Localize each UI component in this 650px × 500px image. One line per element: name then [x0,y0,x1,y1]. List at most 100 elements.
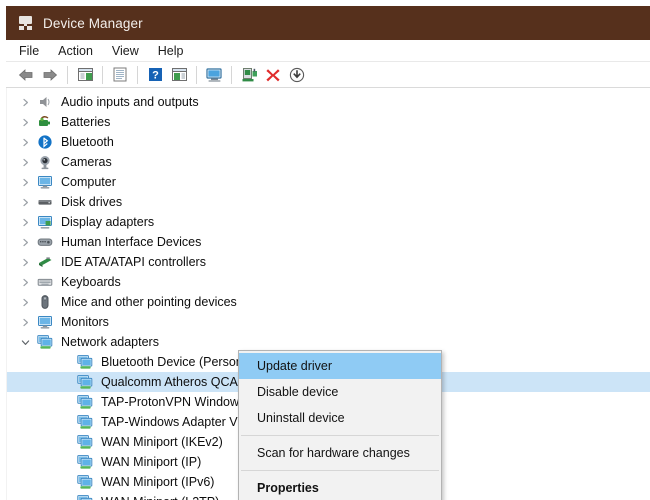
device-tree-row[interactable]: Batteries [7,112,650,132]
chevron-right-icon[interactable] [19,296,31,308]
speaker-icon [37,94,53,110]
chevron-right-icon[interactable] [19,236,31,248]
toolbar-separator-5 [231,65,232,84]
device-tree-label: WAN Miniport (L2TP) [101,496,219,500]
menu-help[interactable]: Help [158,43,193,59]
device-tree-label: WAN Miniport (IPv6) [101,474,215,489]
scan-hardware-changes-button[interactable] [202,64,226,86]
network-adapter-icon [77,434,93,450]
monitor-icon [37,314,53,330]
device-tree-row[interactable]: Monitors [7,312,650,332]
context-menu-item-disable-device[interactable]: Disable device [239,379,441,405]
chevron-right-icon[interactable] [19,196,31,208]
device-tree-label: Network adapters [61,334,159,349]
ide-controller-icon [37,254,53,270]
chevron-right-icon[interactable] [19,216,31,228]
context-menu-item-uninstall-device[interactable]: Uninstall device [239,405,441,431]
chevron-right-icon[interactable] [19,256,31,268]
properties-icon [113,67,127,82]
view-button[interactable] [167,64,191,86]
device-tree-row[interactable]: Computer [7,172,650,192]
context-menu-item-update-driver[interactable]: Update driver [239,353,441,379]
device-tree-label: Human Interface Devices [61,234,202,249]
keyboard-icon [37,274,53,290]
device-tree-row[interactable]: Disk drives [7,192,650,212]
uninstall-device-icon [266,68,280,81]
help-icon: ? [148,68,162,82]
device-tree-label: WAN Miniport (IP) [101,454,202,469]
context-menu-item-scan-for-hardware-changes[interactable]: Scan for hardware changes [239,440,441,466]
network-adapter-icon [77,494,93,500]
properties-button[interactable] [108,64,132,86]
show-hide-console-tree-icon [77,68,93,81]
network-adapter-icon [77,474,93,490]
device-tree-label: IDE ATA/ATAPI controllers [61,254,206,269]
chevron-right-icon[interactable] [19,276,31,288]
network-adapter-icon [77,394,93,410]
chevron-right-icon[interactable] [19,136,31,148]
device-tree-label: Mice and other pointing devices [61,294,237,309]
mouse-icon [37,294,53,310]
device-tree-row[interactable]: Network adapters [7,332,650,352]
back-button[interactable] [14,64,38,86]
update-driver-icon [242,67,257,81]
device-tree-label: Display adapters [61,214,155,229]
camera-icon [37,154,53,170]
update-driver-button[interactable] [237,64,261,86]
menu-view[interactable]: View [112,43,148,59]
device-tree-row[interactable]: IDE ATA/ATAPI controllers [7,252,650,272]
computer-icon [37,174,53,190]
help-button[interactable]: ? [143,64,167,86]
menu-file[interactable]: File [19,43,48,59]
network-adapter-icon [77,454,93,470]
show-hide-console-tree-button[interactable] [73,64,97,86]
menu-action[interactable]: Action [58,43,102,59]
window-title-bar: Device Manager [6,6,650,40]
chevron-down-icon[interactable] [19,336,31,348]
chevron-right-icon[interactable] [19,316,31,328]
view-icon [171,68,187,81]
device-tree-row[interactable]: Human Interface Devices [7,232,650,252]
uninstall-device-button[interactable] [261,64,285,86]
device-tree-row[interactable]: Mice and other pointing devices [7,292,650,312]
device-tree-label: Keyboards [61,274,121,289]
chevron-right-icon[interactable] [19,116,31,128]
bluetooth-icon [37,134,53,150]
toolbar-separator-4 [196,65,197,84]
device-tree-label: Disk drives [61,194,123,209]
network-adapter-icon [77,354,93,370]
device-tree-row[interactable]: Audio inputs and outputs [7,92,650,112]
device-tree-row[interactable]: Keyboards [7,272,650,292]
hid-icon [37,234,53,250]
chevron-right-icon[interactable] [19,176,31,188]
forward-button[interactable] [38,64,62,86]
disable-device-button[interactable] [285,64,309,86]
device-manager-icon [18,15,34,31]
device-tree-label: Bluetooth [61,134,114,149]
network-adapter-icon [37,334,53,350]
device-manager-window: Device Manager File Action View Help ? A… [0,0,650,500]
context-menu-separator-2 [241,470,439,471]
back-icon [18,68,33,81]
device-tree-label: Computer [61,174,116,189]
scan-hardware-changes-icon [205,67,222,82]
svg-text:?: ? [152,70,159,82]
device-tree-row[interactable]: Display adapters [7,212,650,232]
menu-bar: File Action View Help [6,40,650,61]
network-adapter-icon [77,374,93,390]
toolbar-separator-3 [137,65,138,84]
disk-drive-icon [37,194,53,210]
chevron-right-icon[interactable] [19,96,31,108]
device-tree-label: Monitors [61,314,109,329]
window-title: Device Manager [43,15,143,31]
device-tree-label: Cameras [61,154,112,169]
chevron-right-icon[interactable] [19,156,31,168]
toolbar-separator-1 [67,65,68,84]
device-tree-label: TAP-Windows Adapter V9 [101,414,245,429]
toolbar-separator-2 [102,65,103,84]
context-menu[interactable]: Update driver Disable device Uninstall d… [238,350,442,500]
device-tree-row[interactable]: Cameras [7,152,650,172]
display-adapter-icon [37,214,53,230]
device-tree-row[interactable]: Bluetooth [7,132,650,152]
context-menu-item-properties[interactable]: Properties [239,475,441,500]
